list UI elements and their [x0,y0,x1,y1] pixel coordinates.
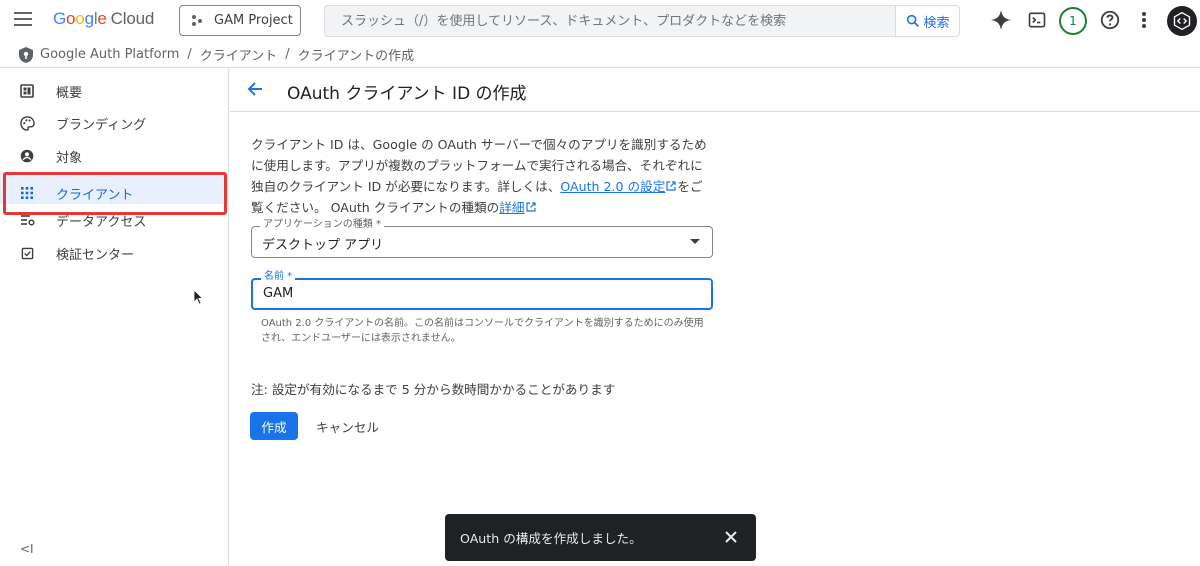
google-cloud-logo[interactable]: Google Cloud [53,9,154,29]
sidebar-item-label: ブランディング [56,117,147,133]
name-input[interactable]: GAM [263,286,293,301]
sidebar-item-data-access[interactable]: データアクセス [0,204,229,236]
project-dots-icon [192,14,204,27]
create-button[interactable]: 作成 [250,412,298,440]
person-icon [19,148,35,164]
project-picker-button[interactable]: GAM Project [179,5,301,36]
search-button-label: 検索 [923,15,950,31]
external-link-icon [526,202,537,212]
name-field[interactable]: 名前 * GAM [251,271,713,310]
search-icon [907,14,920,27]
search-button[interactable]: 検索 [895,6,959,36]
palette-icon [19,115,35,131]
avatar[interactable] [1167,6,1197,36]
sidebar-item-verification-center[interactable]: 検証センター [0,237,229,269]
sidebar-item-overview[interactable]: 概要 [0,75,229,107]
logo-letter: g [84,9,94,28]
snackbar: OAuth の構成を作成しました。 [445,514,756,561]
description: クライアント ID は、Google の OAuth サーバーで個々のアプリを識… [251,134,711,218]
breadcrumb: Google Auth Platform / クライアント / クライアントの作… [0,42,1200,68]
name-label: 名前 * [261,271,296,283]
breadcrumb-item-create-client: クライアントの作成 [297,49,415,64]
oauth-settings-link[interactable]: OAuth 2.0 の設定 [560,179,665,194]
project-label: GAM Project [214,13,293,28]
breadcrumb-separator: / [187,47,192,62]
list-settings-icon [19,212,35,228]
logo-letter: e [97,9,107,28]
cloud-shell-icon[interactable] [1025,8,1049,32]
snackbar-message: OAuth の構成を作成しました。 [460,531,642,546]
breadcrumb-item-clients[interactable]: クライアント [200,45,277,64]
breadcrumb-separator: / [285,47,290,62]
settings-note: 注: 設定が有効になるまで 5 分から数時間かかることがあります [251,382,616,397]
sidebar: 概要 ブランディング 対象 クライアント データアクセス 検証センター <I [0,68,229,566]
details-link[interactable]: 詳細 [499,200,524,215]
close-icon[interactable] [722,528,740,546]
mouse-cursor-icon [193,289,204,309]
avatar-code-icon [1173,11,1191,31]
sidebar-item-branding[interactable]: ブランディング [0,107,229,139]
logo-letter: o [75,9,85,28]
sidebar-item-audience[interactable]: 対象 [0,140,229,172]
grid-icon [19,185,35,201]
shield-icon [19,46,33,63]
menu-icon[interactable] [14,12,32,26]
sidebar-item-label: データアクセス [56,214,147,230]
notification-badge[interactable]: 1 [1059,7,1087,35]
top-bar: GoogleCloud GAM Project 検索 1 [0,0,1200,42]
dashboard-icon [19,83,35,99]
search-input[interactable] [325,6,895,36]
name-hint: OAuth 2.0 クライアントの名前。この名前はコンソールでクライアントを識別… [261,318,704,344]
main-content: OAuth クライアント ID の作成 クライアント ID は、Google の… [230,68,1200,566]
sidebar-item-label: 対象 [56,150,83,166]
page-header: OAuth クライアント ID の作成 [230,68,1200,112]
more-vert-icon[interactable] [1132,8,1156,32]
sidebar-item-clients[interactable]: クライアント [0,172,229,215]
logo-letter: o [66,9,76,28]
application-type-value: デスクトップ アプリ [262,238,384,253]
external-link-icon [666,181,676,191]
cancel-button[interactable]: キャンセル [310,412,385,440]
dropdown-arrow-icon [690,239,700,244]
page-title: OAuth クライアント ID の作成 [287,84,527,104]
breadcrumb-item-auth-platform[interactable]: Google Auth Platform [40,47,179,62]
application-type-select[interactable]: アプリケーションの種類 * デスクトップ アプリ [251,219,713,258]
logo-letter: G [53,9,67,28]
application-type-label: アプリケーションの種類 * [260,219,384,231]
collapse-sidebar-button[interactable]: <I [20,542,34,556]
sidebar-item-label: 検証センター [56,247,135,263]
checkbox-icon [19,245,35,261]
sidebar-item-label: 概要 [56,85,83,101]
search-bar: 検索 [324,5,960,37]
gemini-spark-icon[interactable] [989,8,1013,32]
back-arrow-icon[interactable] [246,80,264,102]
help-icon[interactable] [1098,8,1122,32]
sidebar-item-label: クライアント [56,188,134,203]
logo-suffix: Cloud [110,9,155,28]
